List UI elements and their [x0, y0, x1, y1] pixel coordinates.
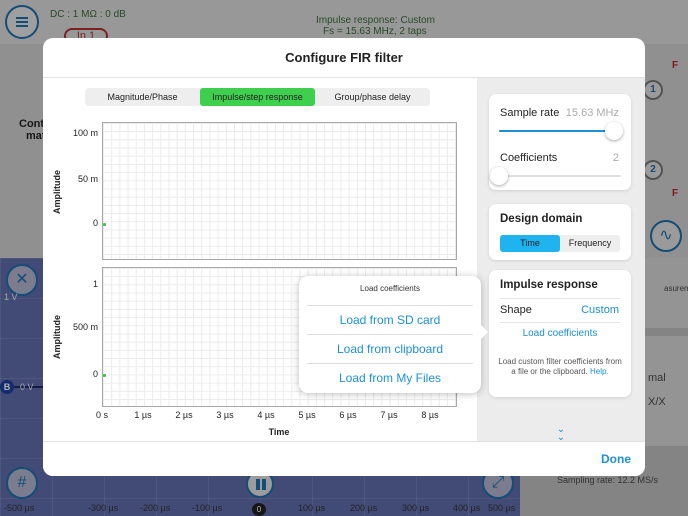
load-help-text: Load custom filter coefficients from a f… [497, 357, 623, 377]
impulse-response-title: Impulse response [500, 279, 598, 291]
step-plot-y-tick: 0 [92, 369, 98, 379]
shape-label: Shape [500, 304, 532, 316]
load-coefficients-button[interactable]: Load coefficients [489, 328, 631, 339]
card-divider [500, 298, 620, 299]
time-axis-tick: 3 µs [216, 410, 234, 420]
load-from-sd-card-option[interactable]: Load from SD card [307, 305, 473, 334]
time-axis-tick: 1 µs [134, 410, 152, 420]
impulse-plot-y-tick: 50 m [77, 174, 98, 184]
tab-impulse-step-response[interactable]: Impulse/step response [200, 88, 315, 106]
load-from-my-files-option[interactable]: Load from My Files [307, 363, 473, 392]
coefficients-slider[interactable] [490, 167, 621, 185]
coefficients-label: Coefficients [500, 152, 558, 164]
step-plot-y-tick: 1 [92, 279, 98, 289]
popover-arrow [480, 324, 488, 340]
time-axis-tick: 7 µs [380, 410, 398, 420]
step-plot-y-label: Amplitude [52, 315, 62, 359]
fir-filter-dialog: Configure FIR filter Magnitude/Phase Imp… [43, 38, 645, 476]
load-coefficients-popover: Load coefficients Load from SD card Load… [299, 276, 488, 393]
step-plot-y-tick: 500 m [72, 322, 98, 332]
load-from-clipboard-option[interactable]: Load from clipboard [307, 334, 473, 363]
time-axis-tick: 5 µs [298, 410, 316, 420]
step-trace-point [103, 374, 106, 377]
dialog-title: Configure FIR filter [43, 38, 645, 78]
time-axis-tick: 0 s [95, 410, 109, 420]
tab-group-phase-delay[interactable]: Group/phase delay [315, 88, 430, 106]
card-divider [500, 322, 620, 323]
sample-rate-label: Sample rate [500, 107, 560, 119]
sampling-card: Sample rate 15.63 MHz Coefficients 2 [489, 94, 631, 190]
time-axis-tick: 6 µs [339, 410, 357, 420]
impulse-response-card: Impulse response Shape Custom Load coeff… [489, 270, 631, 397]
help-link[interactable]: Help. [590, 367, 609, 376]
popover-title: Load coefficients [360, 284, 420, 293]
done-button[interactable]: Done [601, 452, 631, 466]
time-axis-tick: 2 µs [175, 410, 193, 420]
sample-rate-value: 15.63 MHz [565, 107, 619, 119]
design-domain-title: Design domain [500, 213, 583, 225]
time-axis-tick: 4 µs [257, 410, 275, 420]
impulse-plot-y-tick: 100 m [72, 128, 98, 138]
coefficients-value: 2 [612, 152, 619, 164]
shape-value[interactable]: Custom [581, 304, 619, 316]
response-view-tabs: Magnitude/Phase Impulse/step response Gr… [85, 88, 430, 106]
impulse-response-plot[interactable] [102, 122, 457, 260]
impulse-trace-point [103, 223, 106, 226]
filter-settings-panel: Sample rate 15.63 MHz Coefficients 2 Des… [477, 78, 645, 443]
design-domain-switch: Time Frequency [500, 235, 620, 252]
dialog-footer: Done [43, 441, 645, 476]
impulse-plot-y-tick: 0 [92, 218, 98, 228]
sample-rate-slider[interactable] [499, 122, 623, 140]
sample-rate-slider-thumb[interactable] [604, 122, 623, 140]
sample-rate-slider-fill [499, 130, 614, 132]
time-axis-tick: 8 µs [421, 410, 439, 420]
double-chevron-down-icon[interactable]: ⌄ ⌄ [555, 425, 567, 443]
tab-magnitude-phase[interactable]: Magnitude/Phase [85, 88, 200, 106]
impulse-plot-y-label: Amplitude [52, 170, 62, 214]
design-domain-card: Design domain Time Frequency [489, 204, 631, 260]
domain-time-option[interactable]: Time [500, 235, 560, 252]
domain-frequency-option[interactable]: Frequency [560, 235, 620, 252]
time-axis-label: Time [268, 427, 290, 437]
coefficients-slider-thumb[interactable] [490, 167, 508, 185]
